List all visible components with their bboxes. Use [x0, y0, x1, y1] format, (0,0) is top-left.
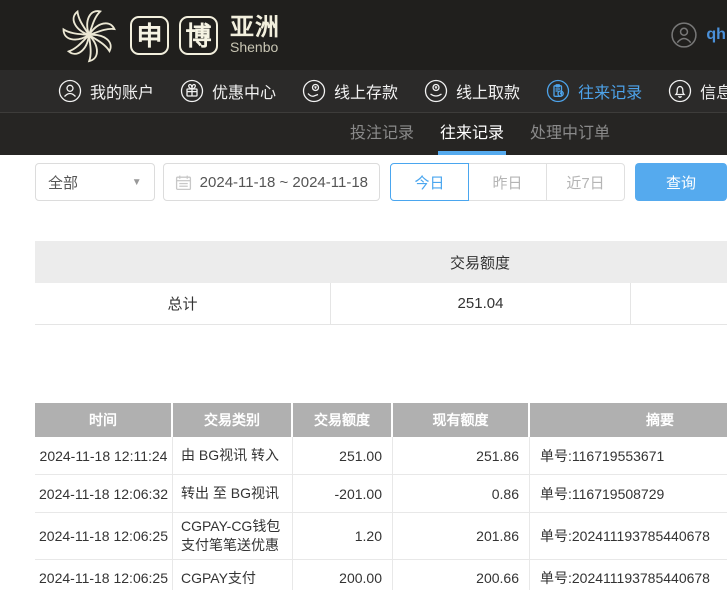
cell-time: 2024-11-18 12:06:25 — [35, 560, 173, 590]
nav-item-deposit[interactable]: 线上存款 — [302, 79, 398, 103]
last7days-button[interactable]: 近7日 — [546, 163, 625, 201]
nav-item-promotions[interactable]: 优惠中心 — [180, 79, 276, 103]
nav-label: 线上取款 — [456, 79, 520, 103]
nav-item-messages[interactable]: 信息 — [668, 79, 727, 103]
site-logo[interactable]: 申 博 亚洲 Shenbo — [58, 4, 280, 66]
cell-type: CGPAY支付 — [173, 560, 293, 590]
withdraw-icon — [424, 79, 448, 103]
user-avatar-icon — [671, 22, 697, 48]
table-row: 2024-11-18 12:06:32 转出 至 BG视讯 -201.00 0.… — [35, 475, 727, 513]
nav-item-my-account[interactable]: 我的账户 — [58, 79, 154, 103]
type-select[interactable]: 全部 ▼ — [35, 163, 155, 201]
yesterday-button[interactable]: 昨日 — [468, 163, 547, 201]
active-tab-underline — [438, 151, 506, 155]
cell-time: 2024-11-18 12:06:25 — [35, 513, 173, 559]
deposit-icon — [302, 79, 326, 103]
summary-total-row: 总计 251.04 — [35, 283, 727, 325]
col-type: 交易类别 — [173, 403, 293, 437]
cell-time: 2024-11-18 12:11:24 — [35, 437, 173, 474]
cell-amount: 251.00 — [293, 437, 393, 474]
cell-balance: 201.86 — [393, 513, 530, 559]
col-time: 时间 — [35, 403, 173, 437]
summary-table: 交易额度 总计 251.04 — [35, 241, 727, 325]
table-row: 2024-11-18 12:06:25 CGPAY支付 200.00 200.6… — [35, 560, 727, 590]
flower-logo-icon — [58, 4, 120, 66]
table-row: 2024-11-18 12:11:24 由 BG视讯 转入 251.00 251… — [35, 437, 727, 475]
search-button[interactable]: 查询 — [635, 163, 727, 201]
quick-date-group: 今日 昨日 近7日 — [390, 163, 625, 201]
nav-label: 往来记录 — [578, 79, 642, 103]
table-header-row: 时间 交易类别 交易额度 现有额度 摘要 — [35, 403, 727, 437]
cell-amount: 1.20 — [293, 513, 393, 559]
chevron-down-icon: ▼ — [132, 177, 142, 188]
cell-type: 转出 至 BG视讯 — [173, 475, 293, 512]
col-amount: 交易额度 — [293, 403, 393, 437]
username-text[interactable]: qhhw2 — [706, 26, 727, 44]
cell-amount: -201.00 — [293, 475, 393, 512]
nav-item-transaction-records[interactable]: 往来记录 — [546, 79, 642, 103]
nav-item-withdraw[interactable]: 线上取款 — [424, 79, 520, 103]
logo-region-text: 亚洲 — [230, 15, 280, 40]
nav-label: 我的账户 — [90, 79, 154, 103]
bell-icon — [668, 79, 692, 103]
nav-label: 优惠中心 — [212, 79, 276, 103]
cell-summary: 单号:202411193785440678 — [530, 560, 727, 590]
user-account-area[interactable]: qhhw2 — [671, 0, 727, 70]
filter-row: 全部 ▼ 2024-11-18 ~ 2024-11-18 今日 昨日 近7日 查… — [35, 163, 727, 201]
nav-label: 线上存款 — [334, 79, 398, 103]
tab-processing-orders[interactable]: 处理中订单 — [530, 113, 610, 155]
cell-balance: 200.66 — [393, 560, 530, 590]
summary-total-value: 251.04 — [330, 283, 630, 324]
cell-time: 2024-11-18 12:06:32 — [35, 475, 173, 512]
tab-betting-records[interactable]: 投注记录 — [350, 113, 414, 155]
logo-char-shen: 申 — [130, 16, 169, 55]
date-range-value: 2024-11-18 ~ 2024-11-18 — [200, 174, 368, 191]
tab-label: 往来记录 — [440, 125, 504, 142]
col-summary: 摘要 — [530, 403, 727, 437]
logo-subtitle: Shenbo — [230, 40, 280, 55]
cell-balance: 251.86 — [393, 437, 530, 474]
cell-summary: 单号:116719508729 — [530, 475, 727, 512]
tab-label: 处理中订单 — [530, 125, 610, 142]
type-select-value: 全部 — [48, 172, 78, 193]
tab-label: 投注记录 — [350, 125, 414, 142]
cell-type: CGPAY-CG钱包支付笔笔送优惠 — [173, 513, 293, 559]
today-button[interactable]: 今日 — [390, 163, 469, 201]
date-range-input[interactable]: 2024-11-18 ~ 2024-11-18 — [163, 163, 380, 201]
summary-header-row: 交易额度 — [35, 241, 727, 283]
sub-nav: 投注记录 往来记录 处理中订单 — [0, 113, 727, 155]
transactions-table: 时间 交易类别 交易额度 现有额度 摘要 2024-11-18 12:11:24… — [35, 403, 727, 590]
cell-summary: 单号:202411193785440678 — [530, 513, 727, 559]
nav-label: 信息 — [700, 79, 727, 103]
table-row: 2024-11-18 12:06:25 CGPAY-CG钱包支付笔笔送优惠 1.… — [35, 513, 727, 560]
tab-transaction-records[interactable]: 往来记录 — [440, 113, 504, 155]
gift-icon — [180, 79, 204, 103]
cell-summary: 单号:116719553671 — [530, 437, 727, 474]
account-icon — [58, 79, 82, 103]
main-nav: 我的账户 优惠中心 线上存款 线上取款 往来记录 — [0, 70, 727, 113]
summary-total-label: 总计 — [35, 283, 330, 324]
cell-balance: 0.86 — [393, 475, 530, 512]
calendar-icon — [175, 174, 192, 191]
col-balance: 现有额度 — [393, 403, 530, 437]
top-header: 申 博 亚洲 Shenbo qhhw2 — [0, 0, 727, 70]
records-icon — [546, 79, 570, 103]
summary-header-label: 交易额度 — [330, 252, 630, 273]
cell-amount: 200.00 — [293, 560, 393, 590]
logo-char-bo: 博 — [179, 16, 218, 55]
cell-type: 由 BG视讯 转入 — [173, 437, 293, 474]
